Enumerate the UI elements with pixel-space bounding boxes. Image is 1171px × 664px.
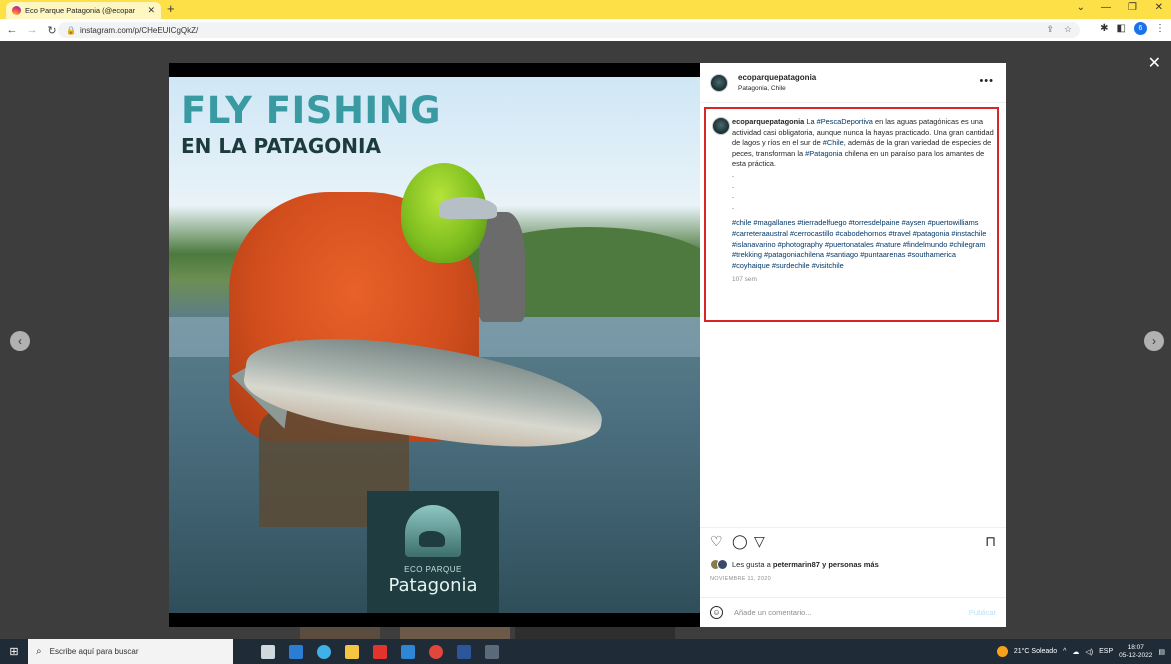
caption-hashtags[interactable]: #chile #magallanes #tierradelfuego #torr… — [732, 218, 994, 271]
share-send-icon[interactable]: ▽ — [754, 533, 765, 550]
tab-title: Eco Parque Patagonia (@ecopar — [25, 6, 136, 15]
publish-button[interactable]: Publicar — [969, 608, 996, 617]
post-modal: FLY FISHING EN LA PATAGONIA ECO PARQUE P… — [169, 63, 1006, 627]
comment-icon[interactable]: ◯ — [732, 533, 748, 550]
tab-search-icon[interactable]: ⌄ — [1077, 2, 1085, 13]
url-text: instagram.com/p/CHeEUICgQkZ/ — [79, 25, 199, 35]
background-thumbnail — [515, 627, 675, 639]
instagram-page: ✕ ‹ › FLY FISHING EN LA PATAGONIA ECO PA… — [0, 41, 1171, 639]
tab-close-icon[interactable]: ✕ — [147, 5, 155, 16]
word-app-icon[interactable] — [457, 644, 471, 659]
minimize-button[interactable]: — — [1101, 2, 1111, 13]
task-view-icon[interactable] — [261, 644, 275, 659]
notifications-icon[interactable]: ▤ — [1158, 648, 1165, 656]
mail-app-icon[interactable] — [373, 644, 387, 659]
caption-highlight: ecoparquepatagonia La #PescaDeportiva en… — [704, 107, 999, 322]
comment-row: ☺ Añade un comentario... Publicar — [700, 597, 1006, 627]
comment-input[interactable]: Añade un comentario... — [734, 608, 812, 617]
share-icon[interactable]: ⇪ — [1046, 24, 1054, 35]
caption-username[interactable]: ecoparquepatagonia — [732, 117, 804, 126]
weather-text[interactable]: 21°C Soleado — [1014, 648, 1057, 655]
weather-sun-icon[interactable] — [996, 646, 1008, 657]
caption-text: ecoparquepatagonia La #PescaDeportiva en… — [732, 117, 994, 286]
window-close-button[interactable]: ✕ — [1155, 2, 1163, 13]
chrome-browser-icon[interactable] — [429, 644, 443, 659]
new-tab-button[interactable]: + — [167, 1, 175, 16]
windows-start-icon[interactable]: ⊞ — [0, 645, 28, 658]
browser-toolbar: ← → ↻ 🔒 instagram.com/p/CHeEUICgQkZ/ ⇪ ☆… — [0, 19, 1171, 41]
liker-username[interactable]: petermarin87 — [773, 560, 820, 569]
clock[interactable]: 18:07 05-12-2022 — [1119, 644, 1152, 660]
post-date: NOVIEMBRE 11, 2020 — [710, 576, 771, 582]
language-indicator[interactable]: ESP — [1099, 648, 1113, 655]
taskbar-search[interactable]: ⌕ Escribe aquí para buscar — [28, 639, 233, 664]
taskbar-search-placeholder: Escribe aquí para buscar — [49, 647, 139, 656]
clock-date: 05-12-2022 — [1119, 651, 1153, 659]
windows-taskbar: ⊞ ⌕ Escribe aquí para buscar 21°C Solead… — [0, 639, 1171, 664]
previous-post-button[interactable]: ‹ — [10, 331, 30, 351]
close-modal-icon[interactable]: ✕ — [1148, 53, 1161, 73]
background-thumbnail — [300, 627, 380, 639]
logo-text-line1: ECO PARQUE — [404, 565, 462, 574]
search-icon: ⌕ — [36, 646, 42, 657]
volume-icon[interactable]: ◁) — [1085, 648, 1093, 656]
forward-arrow-icon[interactable]: → — [24, 24, 40, 36]
file-explorer-icon[interactable] — [345, 644, 359, 659]
edge-browser-icon[interactable] — [317, 644, 331, 659]
calendar-app-icon[interactable] — [289, 644, 303, 659]
save-bookmark-icon[interactable]: ⊓ — [985, 533, 996, 550]
logo-arch-icon — [405, 505, 461, 557]
liker-avatar[interactable] — [717, 559, 728, 570]
hashtag-link[interactable]: #Chile — [823, 138, 844, 147]
extensions-icon[interactable]: ✱ — [1100, 23, 1108, 34]
post-header: ecoparquepatagonia Patagonia, Chile ••• — [700, 63, 1006, 103]
header-username[interactable]: ecoparquepatagonia — [738, 73, 816, 82]
post-side-panel: ecoparquepatagonia Patagonia, Chile ••• … — [700, 63, 1006, 627]
angler-cap — [439, 197, 497, 219]
address-bar[interactable]: 🔒 instagram.com/p/CHeEUICgQkZ/ ⇪ ☆ — [58, 22, 1080, 38]
profile-avatar-button[interactable]: 6 — [1134, 22, 1147, 35]
logo-text-line2: Patagonia — [388, 575, 478, 596]
tray-chevron-icon[interactable]: ^ — [1063, 648, 1066, 655]
browser-tab[interactable]: Eco Parque Patagonia (@ecopar ✕ — [6, 2, 161, 19]
emoji-icon[interactable]: ☺ — [710, 606, 723, 619]
likes-row: Les gusta a petermarin87 y personas más — [710, 559, 879, 570]
background-thumbnail — [400, 627, 510, 639]
image-subtitle: EN LA PATAGONIA — [181, 134, 381, 158]
browser-tabbar: Eco Parque Patagonia (@ecopar ✕ + ⌄ — ❐ … — [0, 0, 1171, 19]
likes-others-link[interactable]: y personas más — [820, 560, 879, 569]
chrome-menu-icon[interactable]: ⋮ — [1155, 23, 1165, 34]
eco-parque-logo: ECO PARQUE Patagonia — [367, 491, 499, 613]
sidebar-icon[interactable]: ◧ — [1117, 23, 1126, 34]
header-location[interactable]: Patagonia, Chile — [738, 85, 786, 92]
image-title: FLY FISHING — [181, 89, 442, 132]
like-heart-icon[interactable]: ♡ — [710, 533, 723, 550]
back-arrow-icon[interactable]: ← — [4, 24, 20, 36]
avatar[interactable] — [710, 74, 728, 92]
clock-time: 18:07 — [1127, 643, 1144, 651]
maximize-button[interactable]: ❐ — [1128, 2, 1137, 13]
bookmark-star-icon[interactable]: ☆ — [1064, 24, 1072, 35]
network-icon[interactable]: ☁ — [1072, 648, 1079, 656]
caption-time: 107 sem — [732, 276, 757, 284]
system-tray: 21°C Soleado ^ ☁ ◁) ESP 18:07 05-12-2022… — [996, 639, 1165, 664]
next-post-button[interactable]: › — [1144, 331, 1164, 351]
post-photo[interactable]: FLY FISHING EN LA PATAGONIA ECO PARQUE P… — [169, 63, 700, 627]
more-options-icon[interactable]: ••• — [979, 75, 994, 87]
hashtag-link[interactable]: #Patagonia — [805, 149, 842, 158]
lock-icon: 🔒 — [66, 25, 76, 35]
app-icon[interactable] — [485, 644, 499, 659]
hashtag-link[interactable]: #PescaDeportiva — [817, 117, 873, 126]
photos-app-icon[interactable] — [401, 644, 415, 659]
caption-avatar[interactable] — [712, 117, 730, 135]
instagram-favicon-icon — [12, 6, 21, 15]
post-actions: ♡ ◯ ▽ ⊓ — [700, 527, 1006, 551]
